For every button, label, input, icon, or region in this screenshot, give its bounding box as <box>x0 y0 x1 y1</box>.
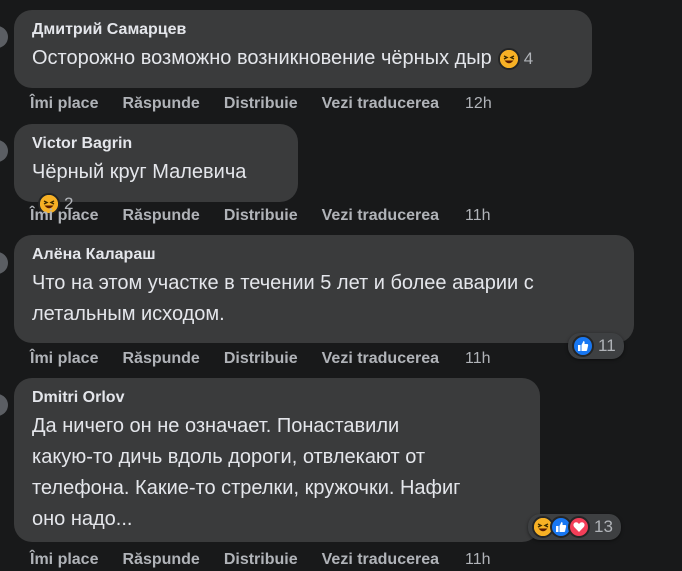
like-button[interactable]: Îmi place <box>30 207 98 225</box>
comment-text-line: летальным исходом. <box>32 303 225 325</box>
comment-bubble: Victor Bagrin Чёрный круг Малевича 2 <box>14 124 298 215</box>
avatar[interactable] <box>0 140 8 162</box>
comment-text: Что на этом участке в течении 5 лет и бо… <box>32 268 620 330</box>
share-button[interactable]: Distribuie <box>224 551 298 569</box>
reactions[interactable]: 11 <box>568 333 624 359</box>
reply-button[interactable]: Răspunde <box>122 350 199 368</box>
translate-button[interactable]: Vezi traducerea <box>322 350 439 368</box>
comment-text-line: Да ничего он не означает. Понаставили <box>32 415 400 437</box>
comment-author[interactable]: Алёна Калараш <box>32 244 620 266</box>
timestamp[interactable]: 11h <box>465 551 491 569</box>
share-button[interactable]: Distribuie <box>224 95 298 113</box>
avatar[interactable] <box>0 26 8 48</box>
reaction-count: 11 <box>598 336 616 355</box>
comment-text-line: оно надо... <box>32 508 133 530</box>
comment-actions: Îmi place Răspunde Distribuie Vezi tradu… <box>30 207 515 225</box>
comment-bubble: Алёна Калараш Что на этом участке в тече… <box>14 235 634 343</box>
share-button[interactable]: Distribuie <box>224 207 298 225</box>
translate-button[interactable]: Vezi traducerea <box>322 95 439 113</box>
reaction-count: 4 <box>523 49 534 69</box>
heart-icon <box>568 516 590 538</box>
comment-text-line: Чёрный круг Малевича <box>32 161 247 183</box>
reply-button[interactable]: Răspunde <box>122 551 199 569</box>
like-button[interactable]: Îmi place <box>30 95 98 113</box>
timestamp[interactable]: 11h <box>465 350 491 368</box>
translate-button[interactable]: Vezi traducerea <box>322 551 439 569</box>
comment-text-line: Осторожно возможно возникновение чёрных … <box>32 47 492 69</box>
translate-button[interactable]: Vezi traducerea <box>322 207 439 225</box>
timestamp[interactable]: 12h <box>465 95 492 113</box>
haha-face-icon <box>497 47 520 70</box>
avatar[interactable] <box>0 394 8 416</box>
reactions[interactable]: 13 <box>528 514 621 540</box>
timestamp[interactable]: 11h <box>465 207 491 225</box>
comment-author[interactable]: Victor Bagrin <box>32 133 284 155</box>
avatar[interactable] <box>0 252 8 274</box>
reply-button[interactable]: Răspunde <box>122 95 199 113</box>
comment-actions: Îmi place Răspunde Distribuie Vezi tradu… <box>30 551 515 569</box>
reply-button[interactable]: Răspunde <box>122 207 199 225</box>
reactions[interactable]: 4 <box>497 43 534 74</box>
comment-text-line: телефона. Какие-то стрелки, кружочки. На… <box>32 477 461 499</box>
comment-bubble: Дмитрий Самарцев Осторожно возможно возн… <box>14 10 592 88</box>
like-button[interactable]: Îmi place <box>30 551 98 569</box>
comment-author[interactable]: Дмитрий Самарцев <box>32 19 578 41</box>
comment-bubble: Dmitri Orlov Да ничего он не означает. П… <box>14 378 540 542</box>
like-button[interactable]: Îmi place <box>30 350 98 368</box>
comment-text: Осторожно возможно возникновение чёрных … <box>32 43 578 74</box>
reaction-count: 13 <box>594 517 613 536</box>
comment-text-line: какую-то дичь вдоль дороги, отвлекают от <box>32 446 426 468</box>
share-button[interactable]: Distribuie <box>224 350 298 368</box>
comment-actions: Îmi place Răspunde Distribuie Vezi tradu… <box>30 350 515 368</box>
comment-text-line: Что на этом участке в течении 5 лет и бо… <box>32 272 534 294</box>
thumbs-up-icon <box>572 335 594 357</box>
comment-actions: Îmi place Răspunde Distribuie Vezi tradu… <box>30 95 516 113</box>
comment-author[interactable]: Dmitri Orlov <box>32 387 526 409</box>
comment-text: Да ничего он не означает. Понаставили ка… <box>32 411 526 535</box>
